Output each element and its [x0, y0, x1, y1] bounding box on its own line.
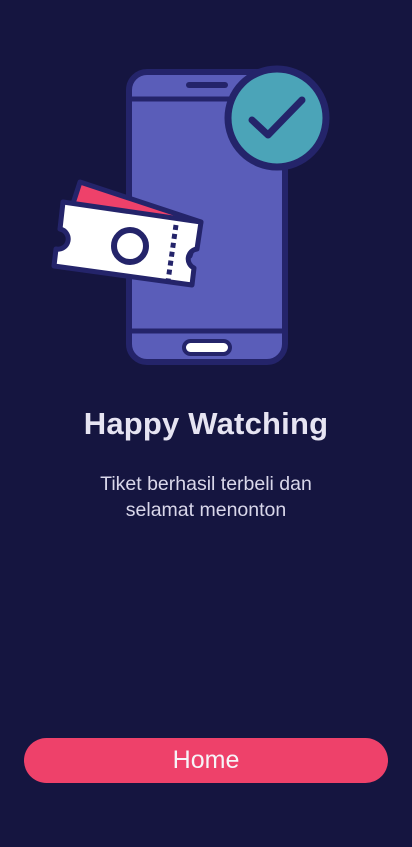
success-message-line: selamat menonton: [125, 499, 287, 521]
success-message: Tiket berhasil terbeli dan selamat menon…: [60, 471, 352, 523]
check-circle-icon: [224, 65, 330, 171]
success-message-line: Tiket berhasil terbeli dan: [100, 473, 312, 495]
page-title: Happy Watching: [83, 406, 329, 441]
home-button[interactable]: Home: [24, 738, 388, 783]
success-illustration: [0, 0, 412, 380]
